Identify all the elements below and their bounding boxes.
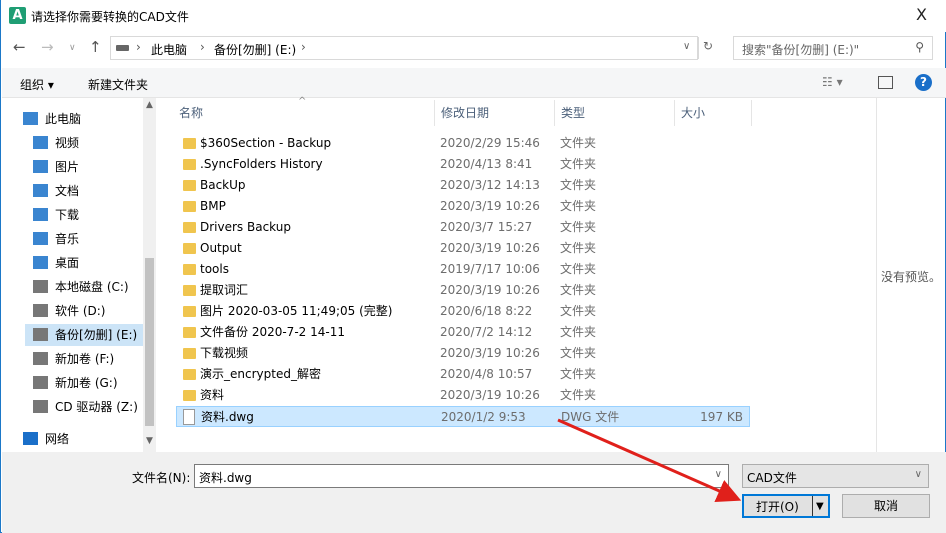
annotation-arrow bbox=[557, 418, 742, 502]
file-open-dialog: A 请选择你需要转换的CAD文件 X ← → ∨ ↑ › 此电脑 › 备份[勿删… bbox=[0, 0, 946, 533]
